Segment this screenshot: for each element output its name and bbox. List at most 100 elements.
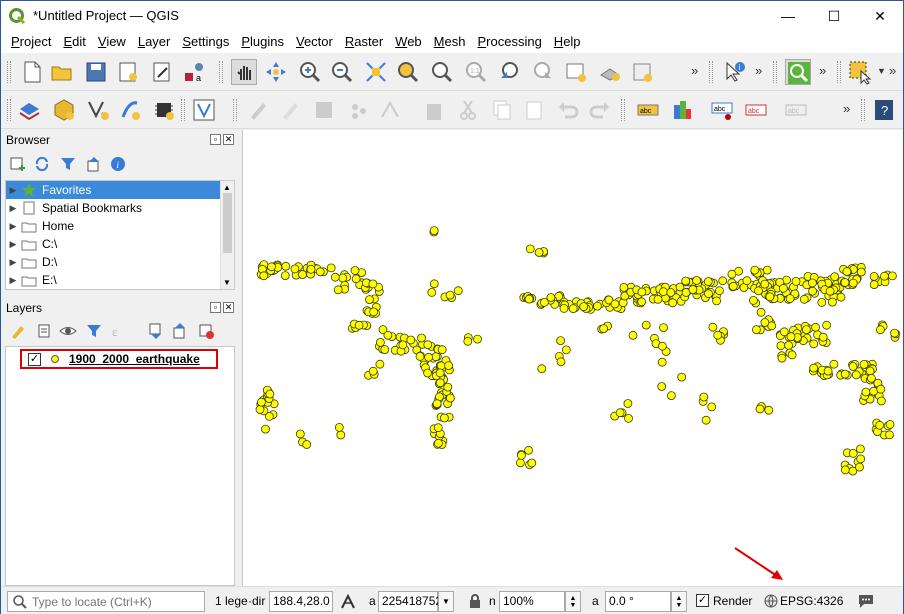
add-feature-icon[interactable] [345, 97, 371, 123]
float-panel-icon[interactable]: ▫ [210, 302, 221, 313]
new-map-view-icon[interactable] [563, 59, 589, 85]
expand-arrow-icon[interactable]: ▶ [6, 185, 20, 196]
crs-button[interactable]: EPSG:4326 [780, 594, 843, 608]
save-project-icon[interactable] [83, 59, 109, 85]
toolbar-grip[interactable] [709, 61, 713, 83]
zoom-in-icon[interactable] [297, 59, 323, 85]
save-layer-edits-icon[interactable] [311, 97, 337, 123]
close-button[interactable]: ✕ [857, 1, 903, 31]
scroll-down-icon[interactable]: ▼ [223, 278, 231, 287]
identify-features-icon[interactable]: i [721, 59, 747, 85]
new-virtual-layer-icon[interactable] [191, 97, 217, 123]
new-project-icon[interactable] [19, 59, 45, 85]
float-panel-icon[interactable]: ▫ [210, 134, 221, 145]
add-selected-layers-icon[interactable] [9, 155, 27, 173]
copy-features-icon[interactable] [489, 97, 515, 123]
messages-icon[interactable] [857, 593, 875, 609]
layer-visibility-checkbox[interactable]: ✓ [28, 352, 41, 366]
expand-arrow-icon[interactable]: ▶ [6, 275, 20, 286]
select-features-icon[interactable] [847, 59, 873, 85]
browser-item-favorites[interactable]: ▶ Favorites [6, 181, 220, 199]
style-manager-icon[interactable]: a [181, 59, 207, 85]
dropdown-arrow-icon[interactable]: ▼ [877, 66, 886, 76]
current-edits-icon[interactable] [245, 97, 271, 123]
collapse-all-icon[interactable] [85, 155, 103, 173]
close-panel-icon[interactable]: ✕ [223, 302, 234, 313]
menu-settings[interactable]: Settings [176, 31, 235, 53]
rotation-stepper-icon[interactable]: ▲ ▼ [671, 591, 687, 612]
processing-toolbox-icon[interactable] [785, 59, 811, 85]
filter-legend-icon[interactable] [85, 322, 103, 340]
scale-dropdown-icon[interactable]: ▼ [438, 591, 454, 612]
expand-arrow-icon[interactable]: ▶ [6, 239, 20, 250]
toolbar-overflow-icon[interactable]: » [691, 63, 698, 78]
new-temporary-layer-icon[interactable] [151, 97, 177, 123]
maximize-button[interactable]: ☐ [811, 1, 857, 31]
toolbar-overflow-icon[interactable]: » [819, 63, 826, 78]
filter-icon[interactable] [59, 155, 77, 173]
pan-map-icon[interactable] [231, 59, 257, 85]
map-canvas[interactable] [242, 130, 903, 586]
close-panel-icon[interactable]: ✕ [223, 134, 234, 145]
menu-processing[interactable]: Processing [471, 31, 547, 53]
menu-edit[interactable]: Edit [57, 31, 91, 53]
open-data-source-manager-icon[interactable] [17, 97, 43, 123]
expand-arrow-icon[interactable]: ▶ [6, 203, 20, 214]
browser-scrollbar[interactable]: ▲ ▼ [220, 181, 234, 289]
move-label-icon[interactable]: abc [783, 97, 809, 123]
new-print-layout-icon[interactable] [115, 59, 141, 85]
toolbar-grip[interactable] [773, 61, 777, 83]
toolbar-overflow-icon[interactable]: » [889, 63, 896, 78]
scale-combobox[interactable]: 225418752 [378, 591, 442, 612]
render-checkbox[interactable]: ✓ [696, 594, 709, 607]
help-contents-icon[interactable]: ? [871, 97, 897, 123]
redo-icon[interactable] [587, 97, 613, 123]
menu-web[interactable]: Web [389, 31, 428, 53]
magnifier-spinbox[interactable]: 100% [499, 591, 565, 612]
expand-arrow-icon[interactable]: ▶ [6, 257, 20, 268]
open-layer-styling-icon[interactable] [9, 322, 27, 340]
manage-visibility-icon[interactable] [59, 322, 77, 340]
locator-input[interactable] [32, 594, 202, 609]
show-hide-labels-icon[interactable]: abc [743, 97, 769, 123]
refresh-icon[interactable] [33, 155, 51, 173]
decorations-icon[interactable] [629, 59, 655, 85]
delete-selected-icon[interactable] [421, 97, 447, 123]
toolbar-grip[interactable] [233, 99, 237, 121]
toolbar-grip[interactable] [837, 61, 841, 83]
zoom-to-layer-icon[interactable] [429, 59, 455, 85]
temporal-controller-icon[interactable] [597, 59, 623, 85]
minimize-button[interactable]: — [765, 1, 811, 31]
scroll-up-icon[interactable]: ▲ [223, 183, 231, 192]
zoom-full-icon[interactable] [363, 59, 389, 85]
expand-all-icon[interactable] [147, 322, 165, 340]
expand-arrow-icon[interactable]: ▶ [6, 221, 20, 232]
remove-layer-icon[interactable] [197, 322, 215, 340]
vertex-tool-icon[interactable] [377, 97, 403, 123]
toolbar-grip[interactable] [7, 61, 11, 83]
browser-item-drive-c[interactable]: ▶ C:\ [6, 235, 220, 253]
browser-item-home[interactable]: ▶ Home [6, 217, 220, 235]
filter-expression-icon[interactable]: ε [109, 322, 127, 340]
pin-labels-icon[interactable]: abc [709, 97, 735, 123]
menu-view[interactable]: View [92, 31, 132, 53]
new-geopackage-layer-icon[interactable] [51, 97, 77, 123]
zoom-out-icon[interactable] [329, 59, 355, 85]
locator-box[interactable] [7, 591, 205, 612]
menu-mesh[interactable]: Mesh [428, 31, 472, 53]
rotation-spinbox[interactable]: 0.0 ° [605, 591, 671, 612]
menu-raster[interactable]: Raster [339, 31, 389, 53]
menu-project[interactable]: Project [5, 31, 57, 53]
scroll-thumb[interactable] [223, 193, 232, 253]
collapse-all-layers-icon[interactable] [171, 322, 189, 340]
toolbar-grip[interactable] [7, 99, 11, 121]
toolbar-grip[interactable] [861, 99, 865, 121]
pan-to-selection-icon[interactable] [263, 59, 289, 85]
zoom-last-icon[interactable] [497, 59, 523, 85]
layer-item-earthquake[interactable]: ✓ 1900_2000_earthquake [20, 349, 218, 369]
magnifier-stepper-icon[interactable]: ▲ ▼ [565, 591, 581, 612]
coordinate-field[interactable]: 188.4,28.0 [269, 591, 333, 612]
browser-item-drive-d[interactable]: ▶ D:\ [6, 253, 220, 271]
toggle-extents-icon[interactable] [339, 593, 357, 611]
info-icon[interactable]: i [109, 155, 127, 173]
